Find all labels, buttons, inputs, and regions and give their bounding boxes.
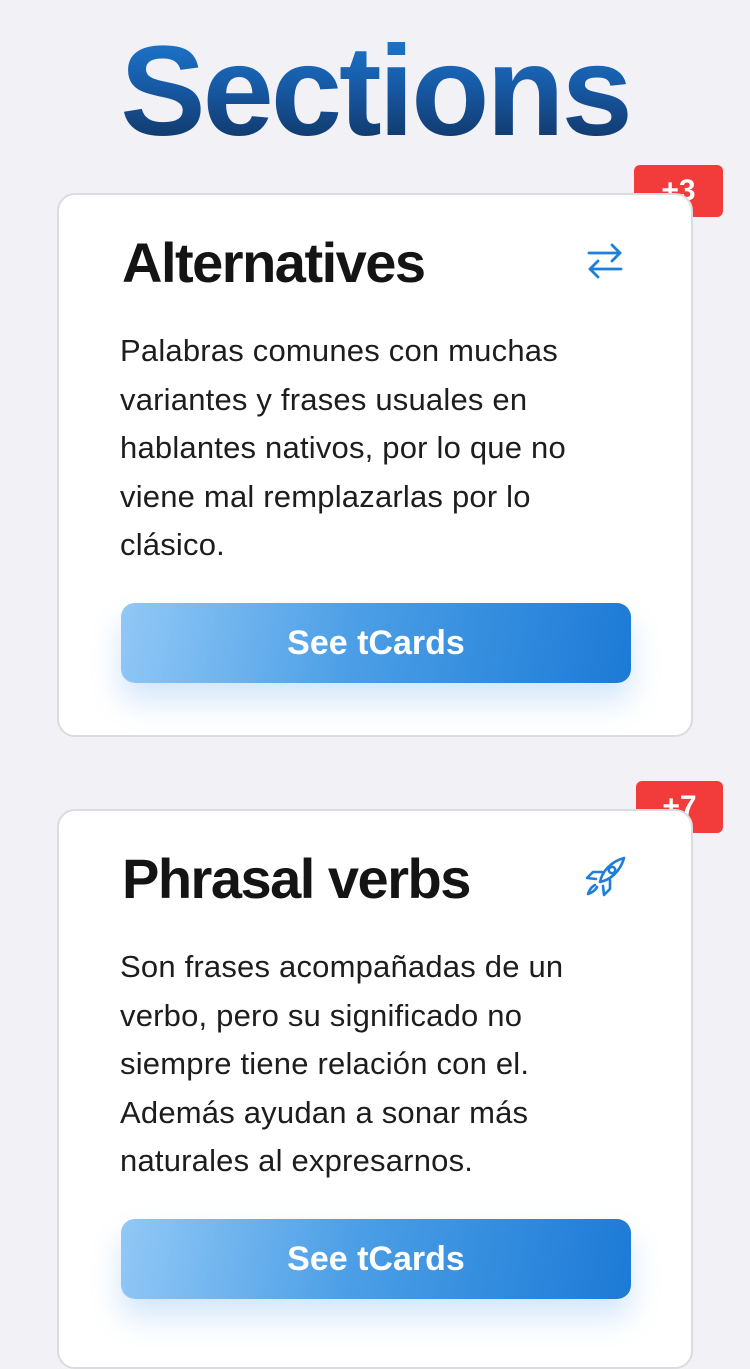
section-title: Phrasal verbs [122,847,471,910]
section-description: Son frases acompañadas de un verbo, pero… [120,949,564,1178]
section-title: Alternatives [122,231,426,294]
section-description: Palabras comunes con muchas variantes y … [120,333,566,562]
page-title: Sections [0,22,750,162]
rocket-icon [583,855,627,899]
section-card-phrasal-verbs[interactable]: Phrasal verbs Son frases acompañadas de … [57,809,693,1369]
swap-arrows-icon [583,239,627,283]
see-tcards-button[interactable]: See tCards [121,1219,631,1299]
section-card-alternatives[interactable]: Alternatives Palabras comunes con muchas… [57,193,693,737]
see-tcards-button[interactable]: See tCards [121,603,631,683]
